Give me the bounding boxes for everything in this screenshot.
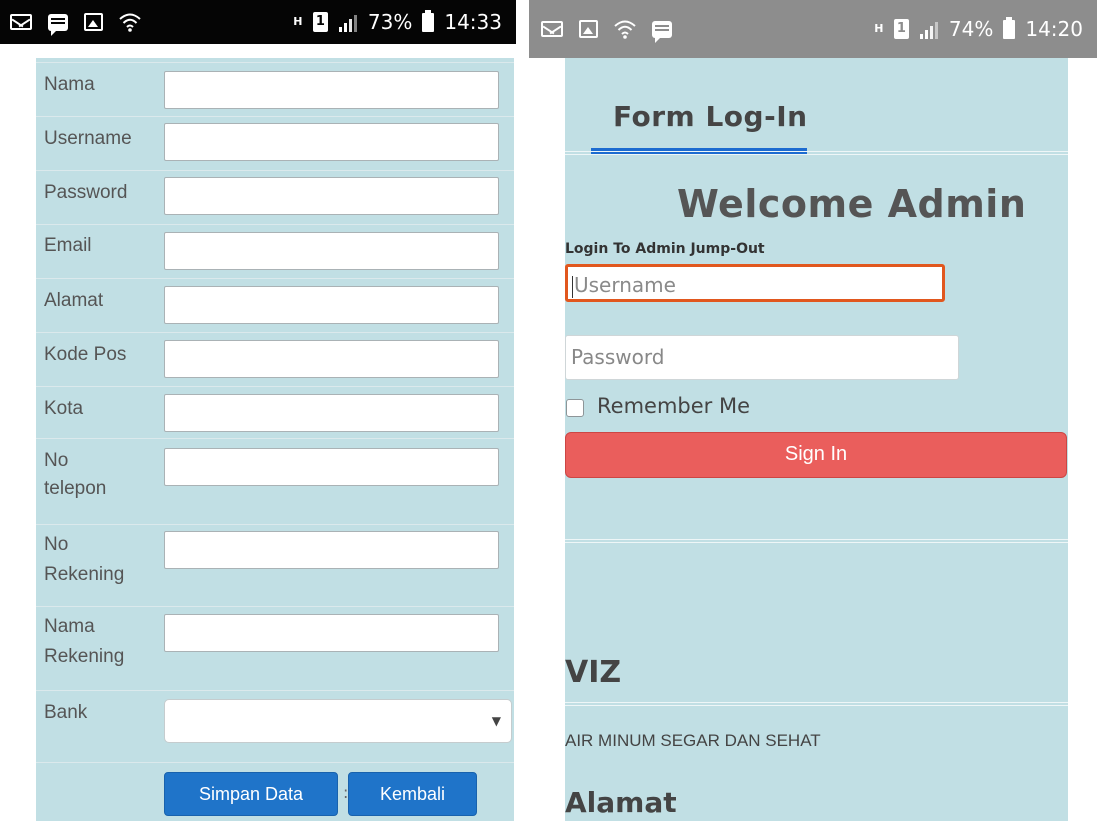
bank-select[interactable]: ▼ [164,699,512,743]
form-row-bank: Bank ▼ [36,690,514,762]
alamat-input[interactable] [164,286,499,324]
network-type-icon: H [874,22,884,35]
form-row-kota: Kota [36,386,514,438]
field-label: Rekening [44,646,125,667]
chat-icon [48,13,68,36]
nama-input[interactable] [164,71,499,109]
mail-icon [10,14,32,30]
divider [565,702,1068,706]
brand-slogan: AIR MINUM SEGAR DAN SEHAT [565,731,821,750]
form-row-no-rekening: No Rekening [36,524,514,606]
signal-icon [338,13,358,32]
registration-screen: H 1 73% 14:33 Nama Username Password Ema… [0,0,516,821]
sim-icon: 1 [312,12,328,32]
chat-icon [652,20,672,43]
divider [565,151,1068,155]
page-title: Welcome Admin [677,182,1027,226]
form-row-kode-pos: Kode Pos [36,332,514,386]
field-label: Email [44,235,92,256]
address-heading: Alamat [565,786,677,819]
admin-login-screen: H 1 74% 14:20 Form Log-In Welcome Admin … [529,0,1097,821]
network-type-icon: H [293,15,303,28]
panel-title: Form Log-In [613,100,808,133]
field-label: Rekening [44,564,125,585]
divider [565,539,1068,543]
dropdown-arrow-icon: ▼ [491,714,501,728]
form-row-password: Password [36,170,514,224]
form-row-nama: Nama [36,62,514,116]
password-placeholder: Password [571,345,665,369]
status-bar: H 1 74% 14:20 [529,0,1097,58]
username-field[interactable] [164,123,499,161]
text-cursor [572,275,573,298]
field-label: Nama [44,616,95,637]
login-subtitle: Login To Admin Jump-Out [565,241,765,257]
email-field[interactable] [164,232,499,270]
signal-icon [919,20,939,39]
battery-icon [422,9,435,32]
nama-rekening-input[interactable] [164,614,499,652]
field-label: Bank [44,702,88,723]
no-rekening-input[interactable] [164,531,499,569]
battery-percent: 74% [948,17,994,41]
wifi-icon [119,12,141,32]
field-label: Nama [44,74,95,95]
field-label: Alamat [44,290,104,311]
remember-me-label[interactable]: Remember Me [597,394,750,418]
battery-percent: 73% [367,10,413,34]
field-label: Username [44,128,132,149]
no-telepon-input[interactable] [164,448,499,486]
battery-icon [1003,16,1016,39]
form-row-username: Username [36,116,514,170]
form-row-no-telepon: No telepon [36,438,514,524]
field-label: Kode Pos [44,344,127,365]
gallery-icon [579,20,598,38]
brand-heading: VIZ [565,655,622,690]
status-bar: H 1 73% 14:33 [0,0,516,44]
field-label: telepon [44,478,107,499]
password-input[interactable]: Password [565,335,959,380]
back-button[interactable]: Kembali [348,772,477,816]
kota-input[interactable] [164,394,499,432]
field-label: No [44,534,69,555]
gallery-icon [84,13,103,31]
clock: 14:33 [444,10,502,34]
sim-icon: 1 [893,19,909,39]
save-button[interactable]: Simpan Data [164,772,338,816]
kode-pos-input[interactable] [164,340,499,378]
form-actions: Simpan Data : Kembali [36,762,514,821]
username-placeholder: Username [574,273,676,297]
form-row-alamat: Alamat [36,278,514,332]
field-label: Password [44,182,128,203]
password-field[interactable] [164,177,499,215]
field-label: Kota [44,398,84,419]
clock: 14:20 [1025,17,1083,41]
sign-in-button[interactable]: Sign In [565,432,1067,478]
remember-me-checkbox[interactable] [566,399,584,417]
mail-icon [541,21,563,37]
username-input[interactable]: Username [565,264,945,302]
form-row-email: Email [36,224,514,278]
form-row-nama-rekening: Nama Rekening [36,606,514,690]
field-label: No [44,450,69,471]
wifi-icon [614,19,636,39]
